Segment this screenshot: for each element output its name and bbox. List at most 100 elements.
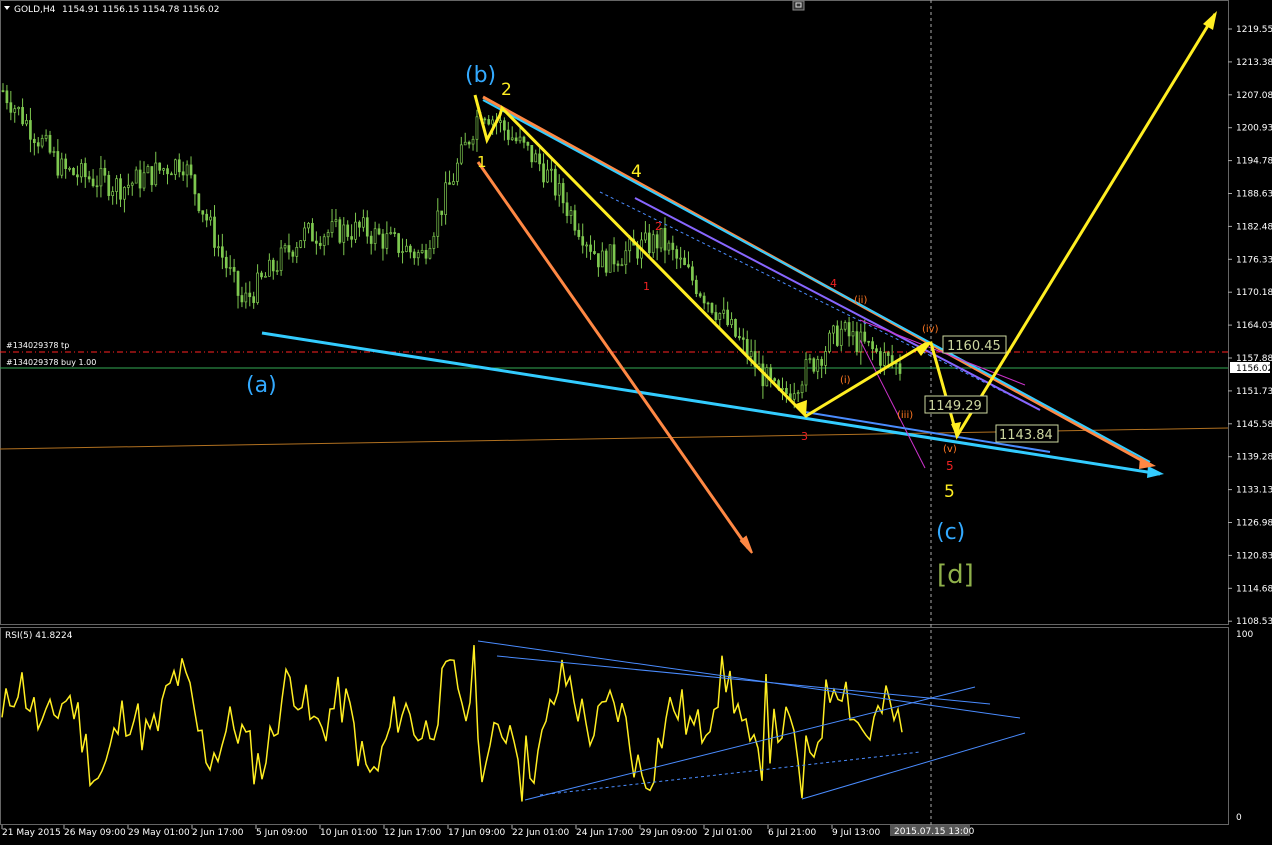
candle-body	[467, 141, 471, 145]
candle-body	[5, 90, 9, 104]
dropdown-triangle-icon[interactable]	[4, 6, 10, 10]
wave-label-i: (i)	[840, 375, 851, 386]
cyan-upper-trendline[interactable]	[482, 99, 1151, 463]
candle-body	[687, 264, 690, 268]
candle-body	[569, 210, 573, 216]
time-tick-label: 17 Jun 09:00	[448, 828, 505, 838]
candle-body	[385, 233, 389, 249]
candle-body	[835, 325, 839, 346]
cyan-lower-trendline[interactable]	[261, 331, 1161, 476]
wave-label-v: (v)	[943, 444, 957, 455]
candle-body	[612, 244, 616, 265]
window-restore-icon[interactable]	[792, 0, 805, 11]
candle-body	[126, 184, 130, 188]
candle-body	[726, 309, 730, 326]
candle-body	[534, 153, 538, 163]
candle-body	[142, 172, 146, 189]
candle-body	[647, 232, 651, 254]
candle-body	[577, 229, 581, 237]
candle-body	[600, 250, 604, 268]
candle-body	[851, 331, 855, 337]
candle-body	[440, 210, 444, 215]
candle-body	[330, 221, 334, 233]
candle-body	[248, 292, 252, 298]
candle-body	[1, 90, 5, 92]
candle-body	[839, 328, 843, 346]
rsi-dashed-line[interactable]	[539, 751, 921, 796]
candle-body	[530, 145, 534, 163]
candle-body	[365, 217, 369, 237]
gold-h4-chart[interactable]: GOLD,H4 1154.91 1156.15 1154.78 1156.02 …	[0, 0, 1272, 845]
wave-label-yellow-4: 4	[631, 162, 642, 182]
candle-body	[879, 351, 882, 366]
candle-body	[855, 331, 859, 353]
candle-body	[279, 247, 283, 271]
candle-body	[36, 142, 40, 147]
candle-body	[694, 279, 698, 295]
rsi-trendline-lower-2[interactable]	[801, 732, 1026, 800]
yellow-wave-path	[473, 11, 1217, 440]
cursor-time-label: 2015.07.15 13:00	[894, 827, 975, 837]
candle-body	[393, 232, 397, 234]
blue-dashed-channel[interactable]	[599, 191, 1031, 406]
candle-body	[483, 118, 487, 121]
candle-body	[44, 134, 48, 139]
candle-body	[217, 246, 220, 249]
candle-body	[514, 137, 518, 142]
yellow-elliott-wave[interactable]	[473, 13, 1217, 440]
candle-body	[432, 235, 436, 249]
candle-body	[17, 107, 21, 110]
rsi-axis-top: 100	[1236, 630, 1253, 640]
candle-body	[213, 216, 216, 248]
wave-label-yellow-2: 2	[501, 80, 512, 100]
orange-arrowhead-upper	[1139, 457, 1156, 469]
price-tick-label: 1188.63	[1236, 190, 1272, 200]
candle-body	[197, 193, 201, 212]
price-tick-label: 1145.58	[1236, 420, 1272, 430]
candle-body	[655, 234, 659, 249]
candle-body	[487, 119, 491, 125]
wave-label-yellow-5: 5	[944, 482, 955, 502]
candle-body	[177, 159, 181, 173]
candle-body	[499, 120, 502, 123]
candle-body	[741, 337, 745, 340]
candle-body	[95, 185, 99, 188]
price-tick-label: 1170.18	[1236, 288, 1272, 298]
candle-body	[671, 242, 675, 250]
candle-body	[334, 219, 338, 222]
candle-body	[299, 240, 303, 248]
candle-body	[781, 388, 784, 390]
candle-body	[589, 244, 592, 252]
candle-body	[134, 169, 138, 184]
candle-body	[409, 245, 412, 253]
candle-body	[236, 271, 240, 296]
rsi-trendline-lower-1[interactable]	[524, 686, 976, 801]
candle-body	[456, 162, 459, 182]
wave-label-a: (a)	[246, 373, 277, 398]
candle-body	[424, 250, 428, 259]
candle-body	[667, 242, 671, 251]
wave-label-b: (b)	[465, 63, 496, 88]
price-box-1-label: 1160.45	[947, 339, 1001, 354]
candle-body	[518, 136, 522, 142]
time-tick-label: 2 Jul 01:00	[704, 828, 753, 838]
candle-body	[173, 159, 177, 175]
wave-label-red-2: 2	[655, 220, 662, 233]
candle-body	[87, 176, 91, 180]
candle-body	[557, 183, 561, 196]
candlestick-series	[1, 83, 902, 409]
candle-body	[91, 178, 95, 187]
candle-body	[663, 227, 667, 251]
wave-label-iv: (iv)	[922, 324, 939, 335]
candle-body	[722, 309, 726, 314]
candle-body	[40, 138, 44, 147]
candle-body	[21, 107, 24, 125]
tp-label: #134029378 tp	[6, 341, 69, 350]
candle-body	[346, 224, 350, 237]
time-tick-label: 22 Jun 01:00	[512, 828, 569, 838]
candle-body	[377, 228, 381, 235]
time-tick-label: 12 Jun 17:00	[384, 828, 441, 838]
candle-body	[150, 166, 154, 186]
price-tick-label: 1200.93	[1236, 124, 1272, 134]
candle-body	[362, 217, 365, 228]
